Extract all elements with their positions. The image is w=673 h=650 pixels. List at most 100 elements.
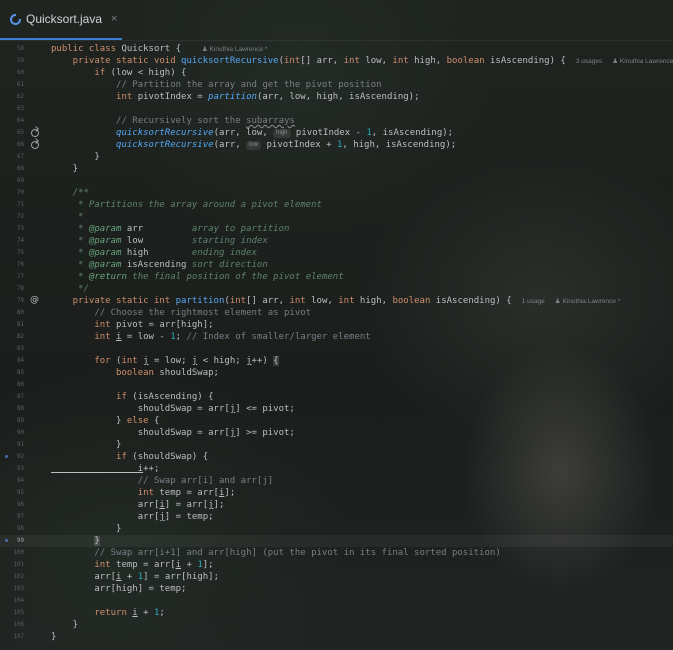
code-token: @param [88, 260, 127, 270]
recursive-call-icon[interactable] [28, 139, 42, 151]
code-line[interactable]: 95 int temp = arr[i]; [0, 487, 673, 499]
code-text: if (isAscending) { [51, 391, 214, 403]
code-line[interactable]: 59 private static void quicksortRecursiv… [0, 55, 673, 67]
code-line[interactable]: 69 [0, 175, 673, 187]
usages-hint[interactable]: 3 usages [576, 58, 602, 65]
code-line[interactable]: 71 * Partitions the array around a pivot… [0, 199, 673, 211]
line-number: 96 [17, 502, 24, 508]
code-text: * @param high ending index [51, 247, 257, 259]
code-token: quicksortRecursive [51, 140, 214, 150]
code-line[interactable]: 76 * @param isAscending sort direction [0, 259, 673, 271]
code-line[interactable]: 107} [0, 631, 673, 643]
code-line[interactable]: 70 /** [0, 187, 673, 199]
tab-quicksort-java[interactable]: Quicksort.java × [0, 0, 122, 40]
code-line[interactable]: 102 arr[i + 1] = arr[high]; [0, 571, 673, 583]
code-text: arr[i + 1] = arr[high]; [51, 571, 219, 583]
code-line[interactable]: 77 * @return the final position of the p… [0, 271, 673, 283]
line-number: 84 [17, 358, 24, 364]
code-token: int [51, 92, 138, 102]
code-line[interactable]: 62 int pivotIndex = partition(arr, low, … [0, 91, 673, 103]
code-line[interactable]: 67 } [0, 151, 673, 163]
code-editor[interactable]: 58 public class Quicksort { ♟ Kinuthia La… [0, 43, 673, 643]
code-line[interactable]: 83 [0, 343, 673, 355]
author-hint[interactable]: ♟ Kinuthia Lawrence * [202, 46, 267, 53]
code-line[interactable]: 96 arr[i] = arr[j]; [0, 499, 673, 511]
code-line[interactable]: 84 for (int j = low; j < high; j++) { [0, 355, 673, 367]
code-line[interactable]: 88 shouldSwap = arr[j] <= pivot; [0, 403, 673, 415]
code-line[interactable]: 78 */ [0, 283, 673, 295]
code-text: } [51, 523, 121, 535]
code-text: // Partition the array and get the pivot… [51, 79, 382, 91]
code-text: */ [51, 283, 89, 295]
code-line[interactable]: 61 // Partition the array and get the pi… [0, 79, 673, 91]
code-token: Quicksort { [121, 44, 192, 54]
line-number: 77 [17, 274, 24, 280]
code-line[interactable]: 66 quicksortRecursive(arr, low pivotInde… [0, 139, 673, 151]
author-hint[interactable]: ♟ Kinuthia Lawrence * [555, 298, 620, 305]
code-line[interactable]: 101 int temp = arr[i + 1]; [0, 559, 673, 571]
code-line[interactable]: 65 quicksortRecursive(arr, low, high piv… [0, 127, 673, 139]
code-line[interactable]: 81 int pivot = arr[high]; [0, 319, 673, 331]
code-token: (arr, [213, 140, 247, 150]
code-line[interactable]: 93 i++; [0, 463, 673, 475]
code-line[interactable]: 60 if (low < high) { [0, 67, 673, 79]
code-line[interactable]: 104 [0, 595, 673, 607]
code-line[interactable]: 98 } [0, 523, 673, 535]
code-line[interactable]: 85 boolean shouldSwap; [0, 367, 673, 379]
code-token: int [51, 560, 117, 570]
line-number: 89 [17, 418, 24, 424]
code-token: (shouldSwap) { [132, 452, 209, 462]
usages-hint[interactable]: 1 usage [522, 298, 545, 305]
code-line[interactable]: 64 // Recursively sort the subarrays [0, 115, 673, 127]
code-line[interactable]: 100 // Swap arr[i+1] and arr[high] (put … [0, 547, 673, 559]
code-line[interactable]: 106 } [0, 619, 673, 631]
code-line[interactable]: 90 shouldSwap = arr[j] >= pivot; [0, 427, 673, 439]
line-number: 69 [17, 178, 24, 184]
code-line[interactable]: 79 @ private static int partition(int[] a… [0, 295, 673, 307]
code-line[interactable]: 105 return i + 1; [0, 607, 673, 619]
code-line[interactable]: 103 arr[high] = temp; [0, 583, 673, 595]
code-line[interactable]: 91 } [0, 439, 673, 451]
code-line[interactable]: 89 } else { [0, 415, 673, 427]
implementation-marker-icon[interactable]: @ [28, 295, 42, 307]
code-line[interactable]: 58 public class Quicksort { ♟ Kinuthia La… [0, 43, 673, 55]
code-text: } [51, 535, 100, 547]
author-hint[interactable]: ♟ Kinuthia Lawrence [612, 58, 673, 65]
code-token: int [51, 488, 160, 498]
code-token: subarrays [246, 116, 295, 126]
code-line[interactable]: 75 * @param high ending index [0, 247, 673, 259]
code-line[interactable]: 80 // Choose the rightmost element as pi… [0, 307, 673, 319]
code-token: partition [208, 92, 257, 102]
code-line[interactable]: 92 if (shouldSwap) { [0, 451, 673, 463]
code-line[interactable]: 94 // Swap arr[i] and arr[j] [0, 475, 673, 487]
code-token: isAscending) { [489, 56, 566, 66]
code-token: int [343, 56, 366, 66]
parameter-hint: high [273, 129, 291, 138]
code-line[interactable]: 86 [0, 379, 673, 391]
code-line[interactable]: 74 * @param low starting index [0, 235, 673, 247]
code-text: int pivotIndex = partition(arr, low, hig… [51, 91, 419, 103]
code-line[interactable]: 99 } [0, 535, 673, 547]
code-token: * Partitions the array around a pivot el… [51, 200, 322, 210]
code-line[interactable]: 97 arr[j] = temp; [0, 511, 673, 523]
code-token: isAscending) { [435, 296, 512, 306]
code-token: } [51, 440, 122, 450]
line-number: 83 [17, 346, 24, 352]
code-line[interactable]: 82 int i = low - 1; // Index of smaller/… [0, 331, 673, 343]
code-line[interactable]: 72 * [0, 211, 673, 223]
code-token: boolean [392, 296, 436, 306]
line-number: 67 [17, 154, 24, 160]
line-number: 93 [17, 466, 24, 472]
code-token: = low - [121, 332, 171, 342]
code-token: + [137, 608, 154, 618]
code-text: quicksortRecursive(arr, low, high pivotI… [51, 127, 453, 139]
code-token: } [51, 152, 100, 162]
close-icon[interactable]: × [111, 13, 117, 25]
code-line[interactable]: 87 if (isAscending) { [0, 391, 673, 403]
code-line[interactable]: 63 [0, 103, 673, 115]
code-token: int [51, 332, 117, 342]
code-line[interactable]: 68 } [0, 163, 673, 175]
code-token: int [289, 296, 312, 306]
code-line[interactable]: 73 * @param arr array to partition [0, 223, 673, 235]
line-number: 60 [17, 70, 24, 76]
